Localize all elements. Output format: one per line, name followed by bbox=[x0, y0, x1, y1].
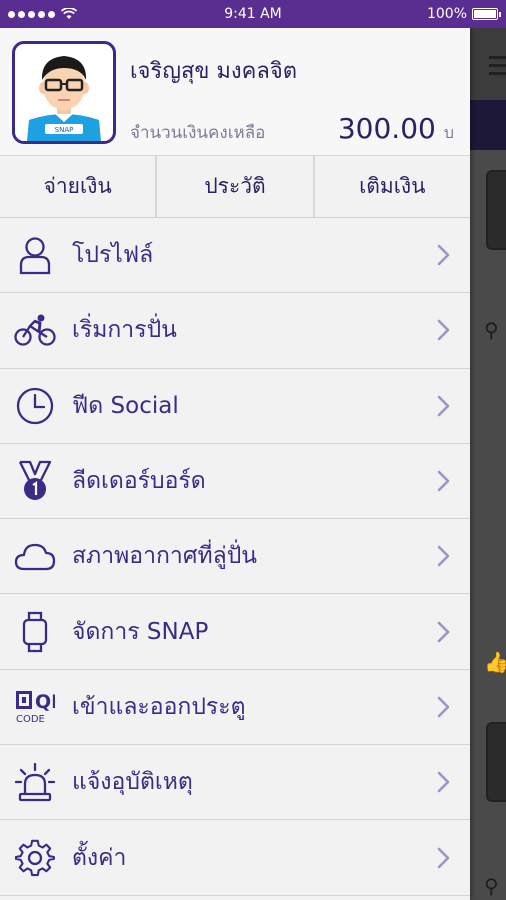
avatar-illustration: SNAP bbox=[27, 56, 101, 141]
menu-item-label: เข้าและออกประตู bbox=[72, 693, 246, 720]
background-card bbox=[486, 170, 506, 250]
menu-item-label: ฟีด Social bbox=[72, 392, 179, 419]
menu-item-profile[interactable]: โปรไฟล์ bbox=[0, 218, 470, 294]
siren-icon bbox=[14, 761, 56, 803]
menu-item-social-feed[interactable]: ฟีด Social bbox=[0, 368, 470, 444]
svg-text:SNAP: SNAP bbox=[55, 126, 74, 134]
battery-percent: 100% bbox=[426, 6, 467, 22]
chevron-right-icon bbox=[437, 847, 450, 868]
cloud-icon bbox=[14, 535, 56, 577]
gear-icon bbox=[14, 837, 56, 879]
background-bicycle-icon: ⚲ bbox=[484, 318, 499, 342]
chevron-right-icon bbox=[437, 395, 450, 417]
battery-group: 100% bbox=[426, 6, 501, 22]
navigation-drawer: SNAP เจริญสุข มงคลจิต จำนวนเงินคงเหลือ 3… bbox=[0, 28, 470, 900]
user-name: เจริญสุข มงคลจิต bbox=[130, 59, 298, 84]
chevron-right-icon bbox=[437, 696, 450, 718]
history-button[interactable]: ประวัติ bbox=[157, 156, 315, 217]
chevron-right-icon bbox=[437, 621, 450, 642]
menu-item-manage-snap[interactable]: จัดการ SNAP bbox=[0, 594, 470, 670]
menu-item-report-accident[interactable]: แจ้งอุบัติเหตุ bbox=[0, 745, 470, 821]
person-icon bbox=[14, 234, 56, 276]
balance-unit: บ bbox=[443, 123, 454, 142]
balance-value: 300.00 บ bbox=[338, 112, 454, 146]
profile-header: SNAP เจริญสุข มงคลจิต จำนวนเงินคงเหลือ 3… bbox=[0, 28, 470, 156]
chevron-right-icon bbox=[437, 244, 450, 266]
drawer-menu: โปรไฟล์ เริ่มการปั่น ฟีด Social ลีดเดอร์… bbox=[0, 218, 470, 896]
avatar[interactable]: SNAP bbox=[12, 41, 116, 144]
background-like-icon: 👍 bbox=[484, 650, 506, 674]
balance-amount: 300.00 bbox=[337, 112, 436, 145]
hamburger-icon[interactable] bbox=[489, 56, 506, 80]
background-navbar bbox=[470, 100, 506, 150]
status-bar: 9:41 AM 100% bbox=[0, 0, 506, 28]
menu-item-label: ตั้งค่า bbox=[72, 844, 127, 871]
menu-item-weather[interactable]: สภาพอากาศที่ลู่ปั่น bbox=[0, 519, 470, 595]
wifi-icon bbox=[61, 8, 77, 19]
balance-label: จำนวนเงินคงเหลือ bbox=[130, 123, 266, 143]
background-app[interactable]: ⚲ 👍 ⚲ bbox=[470, 28, 506, 900]
bicycle-icon bbox=[14, 309, 56, 351]
chevron-right-icon bbox=[437, 771, 450, 793]
menu-item-label: แจ้งอุบัติเหตุ bbox=[72, 769, 193, 796]
svg-text:QR: QR bbox=[35, 691, 55, 713]
signal-strength-icon bbox=[8, 10, 55, 18]
profile-info: เจริญสุข มงคลจิต จำนวนเงินคงเหลือ 300.00… bbox=[130, 41, 458, 146]
qr-code-icon: QRCODE bbox=[14, 686, 56, 728]
chevron-right-icon bbox=[437, 320, 450, 341]
menu-item-leaderboard[interactable]: ลีดเดอร์บอร์ด bbox=[0, 443, 470, 520]
chevron-right-icon bbox=[437, 470, 450, 492]
chevron-right-icon bbox=[437, 546, 450, 567]
menu-item-label: ลีดเดอร์บอร์ด bbox=[72, 468, 206, 495]
quick-actions: จ่ายเงิน ประวัติ เติมเงิน bbox=[0, 156, 470, 218]
top-up-button[interactable]: เติมเงิน bbox=[315, 156, 470, 217]
balance-row: จำนวนเงินคงเหลือ 300.00 บ bbox=[130, 112, 458, 146]
clock-icon bbox=[14, 385, 56, 427]
watch-icon bbox=[14, 611, 56, 653]
svg-text:CODE: CODE bbox=[16, 714, 45, 724]
menu-item-label: สภาพอากาศที่ลู่ปั่น bbox=[72, 543, 258, 570]
signal-wifi-group bbox=[8, 8, 77, 20]
menu-item-settings[interactable]: ตั้งค่า bbox=[0, 820, 470, 896]
background-bicycle-icon: ⚲ bbox=[484, 874, 499, 898]
medal-icon bbox=[14, 460, 56, 502]
battery-icon bbox=[472, 8, 501, 20]
background-card bbox=[486, 722, 506, 802]
menu-item-label: จัดการ SNAP bbox=[72, 618, 209, 645]
menu-item-label: โปรไฟล์ bbox=[72, 242, 154, 269]
pay-button[interactable]: จ่ายเงิน bbox=[0, 156, 158, 217]
menu-item-start-ride[interactable]: เริ่มการปั่น bbox=[0, 293, 470, 369]
menu-item-gate-access[interactable]: QRCODE เข้าและออกประตู bbox=[0, 669, 470, 746]
menu-item-label: เริ่มการปั่น bbox=[72, 317, 177, 344]
